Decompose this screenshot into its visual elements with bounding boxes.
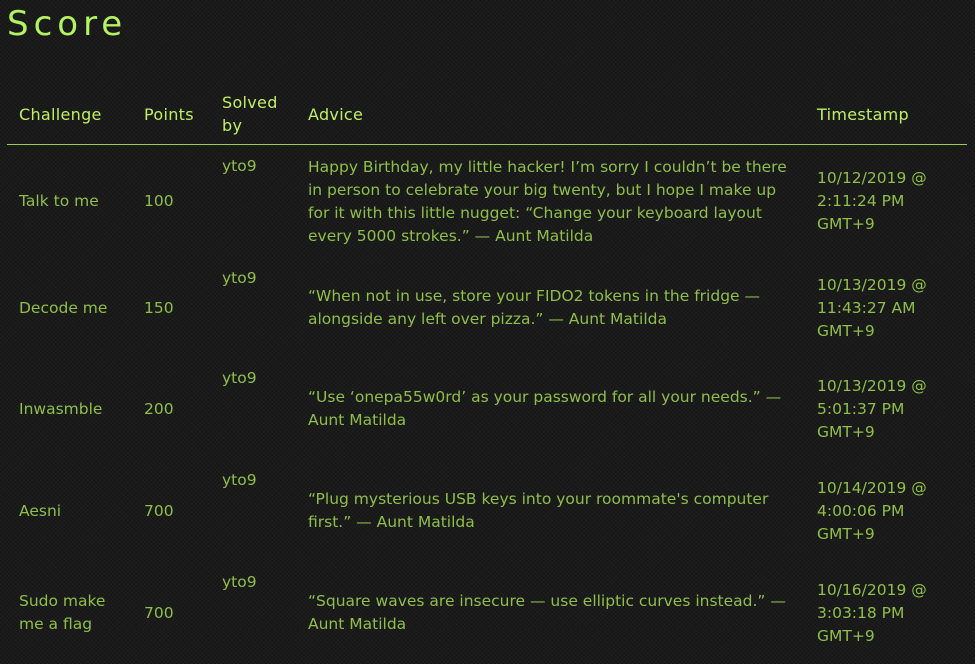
timestamp-cell: 10/16/2019 @ 3:03:18 PM GMT+9 — [805, 562, 967, 664]
challenge-cell: Decode me — [7, 258, 132, 358]
timestamp-cell: 10/13/2019 @ 11:43:27 AM GMT+9 — [805, 258, 967, 358]
table-row: Sudo make me a flag 700 yto9 “Square wav… — [7, 562, 967, 664]
solver-cell: yto9 — [210, 460, 296, 562]
table-row: Aesni 700 yto9 “Plug mysterious USB keys… — [7, 460, 967, 562]
points-cell: 200 — [132, 358, 210, 460]
challenge-cell: Talk to me — [7, 145, 132, 259]
header-timestamp: Timestamp — [805, 84, 967, 145]
points-cell: 150 — [132, 258, 210, 358]
challenge-cell: Sudo make me a flag — [7, 562, 132, 664]
advice-cell: “Square waves are insecure — use ellipti… — [296, 562, 805, 664]
points-cell: 100 — [132, 145, 210, 259]
table-header: Challenge Points Solved by Advice Timest… — [7, 84, 967, 145]
challenge-cell: Aesni — [7, 460, 132, 562]
advice-cell: Happy Birthday, my little hacker! I’m so… — [296, 145, 805, 259]
table-body: Talk to me 100 yto9 Happy Birthday, my l… — [7, 145, 967, 664]
solver-cell: yto9 — [210, 562, 296, 664]
advice-cell: “Plug mysterious USB keys into your room… — [296, 460, 805, 562]
timestamp-cell: 10/14/2019 @ 4:00:06 PM GMT+9 — [805, 460, 967, 562]
score-table: Challenge Points Solved by Advice Timest… — [7, 84, 967, 664]
advice-cell: “When not in use, store your FIDO2 token… — [296, 258, 805, 358]
timestamp-cell: 10/12/2019 @ 2:11:24 PM GMT+9 — [805, 145, 967, 259]
header-advice: Advice — [296, 84, 805, 145]
page-title: Score — [7, 2, 127, 46]
points-cell: 700 — [132, 460, 210, 562]
header-challenge: Challenge — [7, 84, 132, 145]
solver-cell: yto9 — [210, 358, 296, 460]
table-row: Inwasmble 200 yto9 “Use ‘onepa55w0rd’ as… — [7, 358, 967, 460]
solver-cell: yto9 — [210, 145, 296, 259]
advice-cell: “Use ‘onepa55w0rd’ as your password for … — [296, 358, 805, 460]
points-cell: 700 — [132, 562, 210, 664]
solver-cell: yto9 — [210, 258, 296, 358]
header-solved-by: Solved by — [210, 84, 296, 145]
header-row: Challenge Points Solved by Advice Timest… — [7, 84, 967, 145]
table-row: Talk to me 100 yto9 Happy Birthday, my l… — [7, 145, 967, 259]
header-points: Points — [132, 84, 210, 145]
timestamp-cell: 10/13/2019 @ 5:01:37 PM GMT+9 — [805, 358, 967, 460]
challenge-cell: Inwasmble — [7, 358, 132, 460]
table-row: Decode me 150 yto9 “When not in use, sto… — [7, 258, 967, 358]
